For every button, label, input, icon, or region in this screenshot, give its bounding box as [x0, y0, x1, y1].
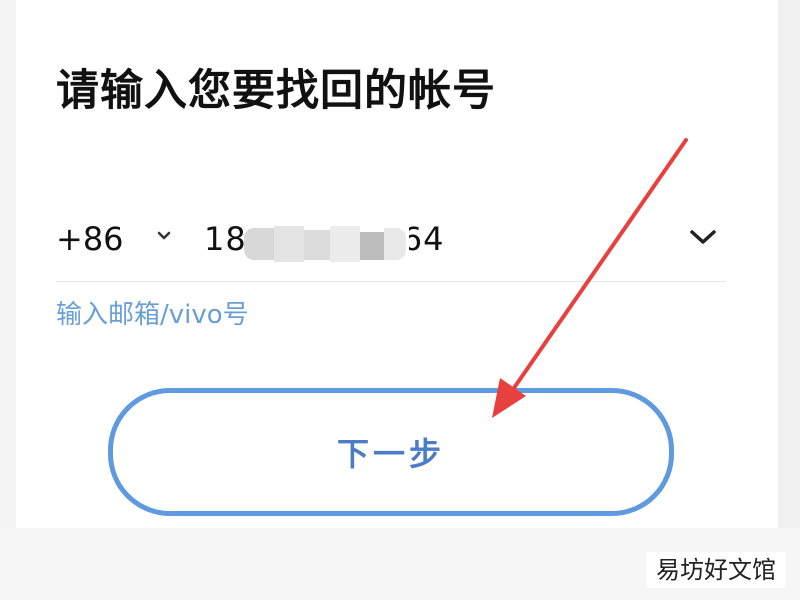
watermark: 易坊好文馆 [646, 552, 786, 588]
masked-digits [244, 222, 409, 266]
page-title: 请输入您要找回的帐号 [56, 66, 496, 116]
phone-input-row[interactable]: +86 18 64 [56, 210, 726, 276]
next-step-button[interactable]: 下一步 [108, 388, 674, 516]
phone-number-prefix: 18 [204, 220, 247, 258]
left-edge [0, 0, 16, 600]
screen: 请输入您要找回的帐号 +86 18 64 输入邮箱/vivo号 下一步 易坊好文馆 [0, 0, 800, 600]
right-edge [778, 0, 800, 600]
next-step-label: 下一步 [336, 435, 445, 473]
chevron-down-icon[interactable] [156, 226, 172, 246]
divider [56, 281, 726, 282]
email-vivo-login-link[interactable]: 输入邮箱/vivo号 [56, 294, 249, 331]
chevron-down-icon[interactable] [688, 226, 718, 248]
country-code-value[interactable]: +86 [56, 220, 124, 258]
